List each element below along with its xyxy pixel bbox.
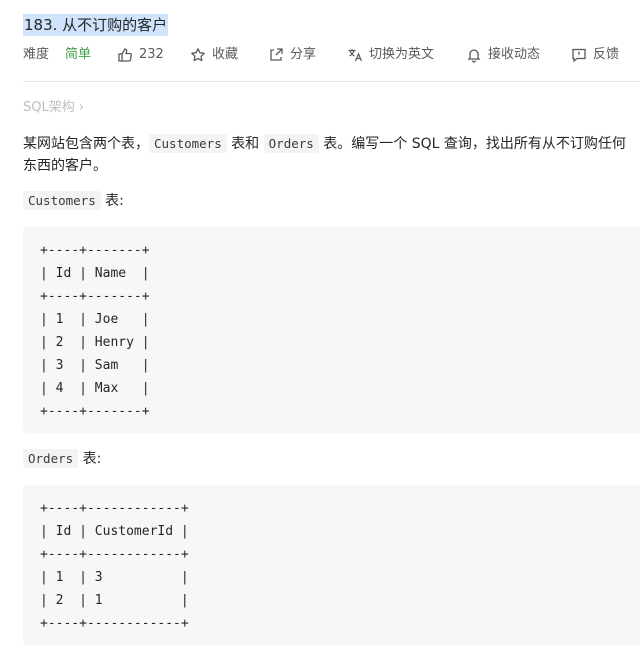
description-text-1: 某网站包含两个表， bbox=[23, 136, 149, 152]
code-line: +----+------------+ bbox=[40, 616, 189, 631]
translate-icon bbox=[347, 47, 363, 63]
customers-table-code: +----+-------+ | Id | Name | +----+-----… bbox=[23, 227, 640, 423]
orders-table-label: Orders 表: bbox=[23, 448, 101, 470]
toolbar-divider bbox=[23, 81, 640, 82]
customers-table-label: Customers 表: bbox=[23, 190, 124, 212]
code-line: +----+-------+ bbox=[40, 243, 150, 258]
difficulty-label: 难度 bbox=[23, 47, 50, 62]
feedback-label: 反馈 bbox=[593, 47, 620, 62]
inline-code-customers: Customers bbox=[149, 134, 227, 153]
code-line: | 3 | Sam | bbox=[40, 358, 150, 373]
code-line: | 2 | 1 | bbox=[40, 593, 189, 608]
share-button[interactable]: 分享 bbox=[268, 44, 316, 66]
problem-toolbar: 难度 简单 232 收藏 分享 切换为英文 接收动态 反馈 bbox=[23, 44, 640, 66]
difficulty: 难度 简单 bbox=[23, 44, 91, 66]
customers-table-block: +----+-------+ | Id | Name | +----+-----… bbox=[23, 227, 640, 433]
notifications-label: 接收动态 bbox=[488, 47, 541, 62]
customers-label-suffix: 表: bbox=[100, 193, 124, 209]
code-line: +----+-------+ bbox=[40, 289, 150, 304]
orders-table-code: +----+------------+ | Id | CustomerId | … bbox=[23, 485, 640, 635]
share-icon bbox=[268, 47, 284, 63]
feedback-button[interactable]: 反馈 bbox=[571, 44, 619, 66]
code-line: | 2 | Henry | bbox=[40, 335, 150, 350]
favorite-button[interactable]: 收藏 bbox=[190, 44, 238, 66]
breadcrumb[interactable]: SQL架构 › bbox=[23, 98, 84, 118]
code-line: +----+------------+ bbox=[40, 501, 189, 516]
code-line: | 4 | Max | bbox=[40, 381, 150, 396]
star-icon bbox=[190, 47, 206, 63]
description-text-2: 表和 bbox=[226, 136, 264, 152]
like-button[interactable]: 232 bbox=[117, 44, 164, 66]
problem-page: 183. 从不订购的客户 难度 简单 232 收藏 分享 切换为英文 接收动态 … bbox=[0, 0, 640, 662]
code-line: +----+-------+ bbox=[40, 404, 150, 419]
switch-language-label: 切换为英文 bbox=[369, 47, 435, 62]
like-count: 232 bbox=[139, 47, 164, 62]
code-line: | 1 | Joe | bbox=[40, 312, 150, 327]
thumbs-up-icon bbox=[117, 47, 133, 63]
switch-language-button[interactable]: 切换为英文 bbox=[347, 44, 434, 66]
code-line: +----+------------+ bbox=[40, 547, 189, 562]
feedback-icon bbox=[571, 47, 587, 63]
share-label: 分享 bbox=[290, 47, 317, 62]
bell-icon bbox=[466, 47, 482, 63]
orders-table-block: +----+------------+ | Id | CustomerId | … bbox=[23, 485, 640, 645]
notifications-button[interactable]: 接收动态 bbox=[466, 44, 540, 66]
inline-code-customers-label: Customers bbox=[23, 191, 101, 210]
inline-code-orders-label: Orders bbox=[23, 449, 79, 468]
code-line: | Id | Name | bbox=[40, 266, 150, 281]
code-line: | Id | CustomerId | bbox=[40, 524, 189, 539]
code-line: | 1 | 3 | bbox=[40, 570, 189, 585]
problem-description: 某网站包含两个表， Customers 表和 Orders 表。编写一个 SQL … bbox=[23, 133, 635, 177]
orders-label-suffix: 表: bbox=[78, 451, 102, 467]
problem-title: 183. 从不订购的客户 bbox=[23, 14, 169, 36]
favorite-label: 收藏 bbox=[212, 47, 239, 62]
inline-code-orders: Orders bbox=[263, 134, 319, 153]
difficulty-value: 简单 bbox=[65, 47, 92, 62]
